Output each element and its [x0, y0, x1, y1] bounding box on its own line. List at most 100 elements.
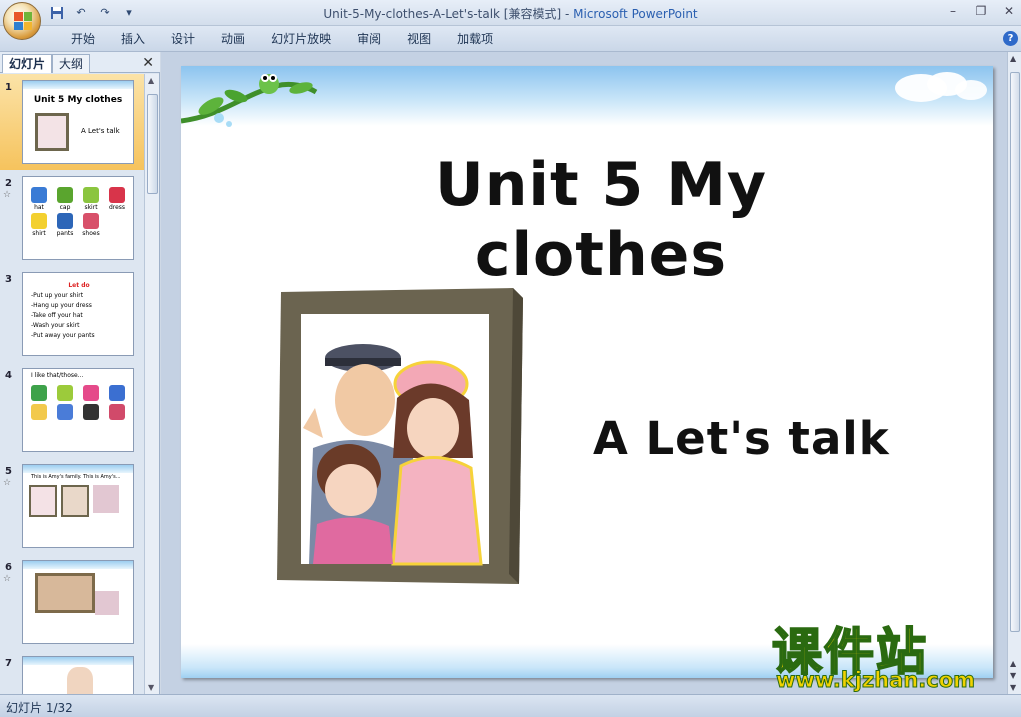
- scroll-down-icon[interactable]: ▼: [148, 683, 154, 692]
- thumb-item: [27, 385, 51, 402]
- thumb-title: Unit 5 My clothes: [33, 95, 123, 105]
- scroll-down-icon[interactable]: ▼: [1010, 683, 1016, 692]
- status-bar: 幻灯片 1/32: [0, 694, 1021, 717]
- family-photo-frame[interactable]: [273, 288, 525, 588]
- thumb-photo: [29, 485, 57, 517]
- pants-icon: [57, 213, 73, 229]
- slide-editor: Unit 5 My clothes A Let's talk: [161, 52, 1007, 694]
- thumb-number: 1: [5, 82, 12, 93]
- thumb-heading: This is Amy's family. This is Amy's...: [31, 474, 121, 480]
- animation-star-icon: ☆: [3, 478, 12, 488]
- pants-icon: [57, 404, 73, 420]
- thumb-heading: Let do: [68, 282, 90, 289]
- thumb-item: [105, 385, 129, 402]
- help-icon[interactable]: ?: [1003, 31, 1018, 46]
- thumb-line: -Wash your skirt: [31, 322, 80, 329]
- shirt-icon: [31, 404, 47, 420]
- thumb-photo: [61, 485, 89, 517]
- shirt-icon: [31, 213, 47, 229]
- hat-icon: [31, 187, 47, 203]
- window-title: Unit-5-My-clothes-A-Let's-talk [兼容模式] - …: [323, 7, 698, 21]
- thumb-number: 5: [5, 466, 12, 477]
- thumb-picture-frame: [35, 113, 69, 151]
- scroll-thumb[interactable]: [1010, 72, 1020, 632]
- shoes-icon: [83, 213, 99, 229]
- ribbon: 开始 插入 设计 动画 幻灯片放映 审阅 视图 加载项 ?: [0, 26, 1021, 52]
- slide-thumbnail-6[interactable]: 6 ☆: [0, 554, 144, 650]
- tab-home[interactable]: 开始: [58, 31, 108, 47]
- thumb-item: shoes: [79, 213, 103, 237]
- scroll-thumb[interactable]: [147, 94, 158, 194]
- thumb-line: -Hang up your dress: [31, 302, 92, 309]
- slide-thumbnail-4[interactable]: 4 I like that/those...: [0, 362, 144, 458]
- tab-review[interactable]: 审阅: [344, 31, 394, 47]
- slide-thumbnail-3[interactable]: 3 Let do -Put up your shirt -Hang up you…: [0, 266, 144, 362]
- next-slide-icon[interactable]: ▼: [1010, 671, 1016, 680]
- close-icon[interactable]: ✕: [1001, 3, 1017, 19]
- thumb-line: -Take off your hat: [31, 312, 83, 319]
- scroll-up-icon[interactable]: ▲: [1010, 54, 1016, 63]
- thumb-item: [79, 404, 103, 421]
- thumbnail-list: 1 Unit 5 My clothes A Let's talk 2 ☆ hat…: [0, 74, 144, 694]
- pane-tabs: 幻灯片 大纲 ✕: [0, 52, 160, 73]
- tab-insert[interactable]: 插入: [108, 31, 158, 47]
- tab-animations[interactable]: 动画: [208, 31, 258, 47]
- tab-view[interactable]: 视图: [394, 31, 444, 47]
- thumb-item: dress: [105, 187, 129, 211]
- editor-scrollbar[interactable]: ▲ ▲ ▼ ▼: [1007, 52, 1021, 694]
- thumb-preview: [22, 656, 134, 694]
- close-pane-icon[interactable]: ✕: [142, 55, 154, 71]
- skirt-icon: [83, 187, 99, 203]
- thumb-number: 7: [5, 658, 12, 669]
- thumb-clothes-grid: hat cap skirt dress shirt pants shoes: [27, 187, 129, 237]
- slide-thumbnail-2[interactable]: 2 ☆ hat cap skirt dress shirt pants shoe…: [0, 170, 144, 266]
- thumb-person: [67, 667, 93, 694]
- slide-title[interactable]: Unit 5 My clothes: [301, 150, 901, 290]
- minimize-icon[interactable]: –: [945, 3, 961, 19]
- thumb-item: [27, 404, 51, 421]
- tab-design[interactable]: 设计: [158, 31, 208, 47]
- window-controls: – ❐ ✕: [945, 3, 1017, 19]
- thumb-item: pants: [53, 213, 77, 237]
- cloud-decoration: [895, 72, 987, 102]
- skirt-icon: [57, 385, 73, 401]
- hat-icon: [31, 385, 47, 401]
- thumb-photo: [93, 485, 119, 513]
- slide-thumbnail-5[interactable]: 5 ☆ This is Amy's family. This is Amy's.…: [0, 458, 144, 554]
- tab-slides[interactable]: 幻灯片: [2, 54, 53, 73]
- thumb-clothes-grid: [27, 385, 129, 421]
- ribbon-tabs: 开始 插入 设计 动画 幻灯片放映 审阅 视图 加载项: [58, 31, 506, 47]
- thumb-number: 6: [5, 562, 12, 573]
- thumb-preview: [22, 560, 134, 644]
- tab-addins[interactable]: 加载项: [444, 31, 506, 47]
- slide-thumbnail-7[interactable]: 7: [0, 650, 144, 694]
- slide-subtitle[interactable]: A Let's talk: [593, 412, 890, 465]
- restore-icon[interactable]: ❐: [973, 3, 989, 19]
- thumb-item: cap: [53, 187, 77, 211]
- thumb-list: Let do -Put up your shirt -Hang up your …: [31, 281, 127, 341]
- slide-thumbnail-1[interactable]: 1 Unit 5 My clothes A Let's talk: [0, 74, 144, 170]
- thumb-item: hat: [27, 187, 51, 211]
- cap-icon: [57, 187, 73, 203]
- scroll-up-icon[interactable]: ▲: [148, 76, 154, 85]
- thumb-line: -Put up your shirt: [31, 292, 84, 299]
- thumb-preview: Unit 5 My clothes A Let's talk: [22, 80, 134, 164]
- dress-icon: [83, 385, 99, 401]
- thumb-photo: [35, 573, 95, 613]
- animation-star-icon: ☆: [3, 574, 12, 584]
- thumb-heading: I like that/those...: [31, 372, 84, 379]
- thumb-item: skirt: [79, 187, 103, 211]
- previous-slide-icon[interactable]: ▲: [1010, 659, 1016, 668]
- shoes-icon: [109, 404, 125, 420]
- watermark-url: www.kjzhan.com: [775, 668, 976, 693]
- animation-star-icon: ☆: [3, 190, 12, 200]
- tab-outline[interactable]: 大纲: [52, 54, 91, 73]
- slide-canvas[interactable]: Unit 5 My clothes A Let's talk: [181, 66, 993, 678]
- vine-frog-decoration: [181, 74, 318, 127]
- thumb-preview: I like that/those...: [22, 368, 134, 452]
- thumb-preview: This is Amy's family. This is Amy's...: [22, 464, 134, 548]
- tab-slideshow[interactable]: 幻灯片放映: [258, 31, 344, 47]
- office-button[interactable]: [3, 2, 41, 40]
- pane-scrollbar[interactable]: ▲ ▼: [144, 74, 159, 694]
- thumb-preview: hat cap skirt dress shirt pants shoes: [22, 176, 134, 260]
